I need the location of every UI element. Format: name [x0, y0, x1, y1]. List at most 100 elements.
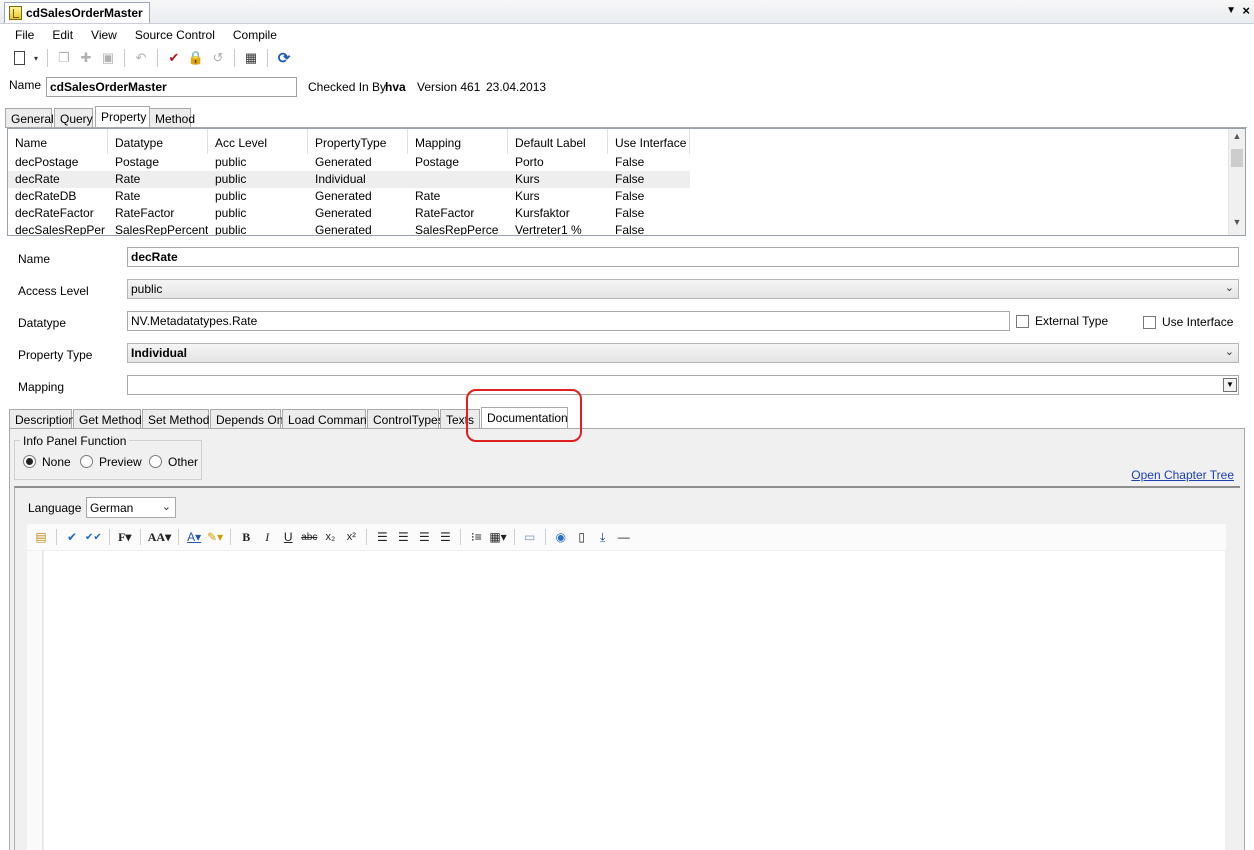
- documentation-editor[interactable]: [44, 551, 1225, 850]
- undo-icon[interactable]: ↶: [132, 49, 150, 67]
- tab-control-types[interactable]: ControlTypes: [367, 409, 444, 429]
- grid-header-datatype[interactable]: Datatype: [108, 129, 208, 154]
- checkin-icon[interactable]: ✔: [165, 49, 183, 67]
- tab-query[interactable]: Query: [54, 108, 93, 128]
- menu-source-control[interactable]: Source Control: [126, 28, 224, 42]
- new-document-icon[interactable]: [10, 49, 28, 67]
- tab-general[interactable]: General: [5, 108, 54, 128]
- superscript-icon[interactable]: x²: [343, 528, 359, 546]
- property-type-select[interactable]: Individual ⌄: [127, 343, 1239, 363]
- toolbar-separator: [124, 49, 125, 67]
- grid-cell: Generated: [315, 189, 372, 203]
- table-icon[interactable]: ▦▾: [489, 528, 506, 546]
- use-interface-checkbox[interactable]: [1143, 316, 1156, 329]
- datatype-field[interactable]: NV.Metadatatypes.Rate: [127, 311, 1010, 331]
- tab-property[interactable]: Property: [95, 106, 150, 128]
- table-row[interactable]: decRateFactor RateFactor public Generate…: [8, 205, 690, 222]
- external-type-checkbox[interactable]: [1016, 315, 1029, 328]
- radio-preview[interactable]: [80, 455, 93, 468]
- grid-cell: Generated: [315, 223, 372, 236]
- mapping-field[interactable]: ▼: [127, 375, 1239, 395]
- mapping-dropdown-icon[interactable]: ▼: [1223, 378, 1237, 392]
- subscript-icon[interactable]: x₂: [322, 528, 338, 546]
- toolbar-separator: [513, 529, 515, 545]
- refresh-icon[interactable]: ⟳: [275, 49, 293, 67]
- grid-header-name[interactable]: Name: [8, 129, 108, 154]
- italic-icon[interactable]: I: [259, 528, 275, 546]
- horizontal-rule-icon[interactable]: —: [616, 528, 632, 546]
- revert-icon[interactable]: ↺: [209, 49, 227, 67]
- document-tab[interactable]: cdSalesOrderMaster: [4, 2, 150, 23]
- table-row[interactable]: decSalesRepPer SalesRepPercent public Ge…: [8, 222, 690, 236]
- property-grid[interactable]: Name Datatype Acc Level PropertyType Map…: [7, 128, 1246, 236]
- strikethrough-icon[interactable]: abc: [301, 528, 317, 546]
- language-select[interactable]: German ⌄: [86, 497, 176, 518]
- tab-depends-on[interactable]: Depends On: [210, 409, 283, 429]
- menu-edit[interactable]: Edit: [43, 28, 82, 42]
- scroll-thumb[interactable]: [1231, 149, 1243, 167]
- external-type-label: External Type: [1035, 314, 1109, 328]
- table-row-selected[interactable]: decRate Rate public Individual Kurs Fals…: [8, 171, 690, 188]
- main-toolbar: ▾ ❐ ✚ ▣ ↶ ✔ 🔒 ↺ ▦ ⟳: [0, 46, 1254, 70]
- calendar-icon[interactable]: ▦: [242, 49, 260, 67]
- grid-cell: public: [215, 223, 247, 236]
- open-chapter-tree-link[interactable]: Open Chapter Tree: [1131, 468, 1234, 482]
- copy-icon[interactable]: ❐: [55, 49, 73, 67]
- table-row[interactable]: decRateDB Rate public Generated Rate Kur…: [8, 188, 690, 205]
- tab-method[interactable]: Method: [149, 108, 195, 128]
- close-icon[interactable]: ×: [1242, 3, 1250, 18]
- tab-description[interactable]: Description: [9, 409, 75, 429]
- object-name-field[interactable]: cdSalesOrderMaster: [46, 77, 297, 97]
- grid-header-use-interface[interactable]: Use Interface: [608, 129, 690, 154]
- tab-set-method[interactable]: Set Method: [142, 409, 209, 429]
- menu-compile[interactable]: Compile: [224, 28, 286, 42]
- info-panel-title: Info Panel Function: [20, 434, 130, 448]
- menu-file[interactable]: File: [6, 28, 43, 42]
- align-right-icon[interactable]: ☰: [416, 528, 432, 546]
- align-left-icon[interactable]: ☰: [374, 528, 390, 546]
- spellcheck-icon[interactable]: ✔: [64, 528, 80, 546]
- font-family-icon[interactable]: F▾: [117, 528, 133, 546]
- spellcheck-all-icon[interactable]: ✔✔: [85, 528, 102, 546]
- justify-icon[interactable]: ☰: [437, 528, 453, 546]
- grid-header-mapping[interactable]: Mapping: [408, 129, 508, 154]
- grid-header-acc-level[interactable]: Acc Level: [208, 129, 308, 154]
- font-size-icon[interactable]: AA▾: [148, 528, 171, 546]
- align-center-icon[interactable]: ☰: [395, 528, 411, 546]
- highlight-color-icon[interactable]: ✎▾: [207, 528, 223, 546]
- new-dropdown-icon[interactable]: ▾: [32, 49, 40, 67]
- document-properties-icon[interactable]: ▤: [33, 528, 49, 546]
- tab-load-command[interactable]: Load Command: [282, 409, 373, 429]
- date-text: 23.04.2013: [486, 80, 547, 94]
- window-list-dropdown-icon[interactable]: ▼: [1226, 5, 1236, 16]
- chevron-down-icon: ⌄: [161, 501, 171, 513]
- grid-cell: decRateFactor: [15, 206, 94, 220]
- insert-document-icon[interactable]: ▯: [574, 528, 590, 546]
- bullet-list-icon[interactable]: ⁝≡: [468, 528, 484, 546]
- grid-vertical-scrollbar[interactable]: ▲ ▼: [1228, 129, 1245, 235]
- scroll-down-icon[interactable]: ▼: [1229, 217, 1245, 233]
- radio-other[interactable]: [149, 455, 162, 468]
- access-level-select[interactable]: public ⌄: [127, 279, 1239, 299]
- grid-header-default-label[interactable]: Default Label: [508, 129, 608, 154]
- checkout-icon[interactable]: 🔒: [187, 49, 205, 67]
- property-name-label: Name: [18, 252, 51, 266]
- property-name-field[interactable]: decRate: [127, 247, 1239, 267]
- underline-icon[interactable]: U: [280, 528, 296, 546]
- insert-image-icon[interactable]: ▭: [522, 528, 538, 546]
- tab-get-method[interactable]: Get Method: [73, 409, 142, 429]
- save-icon[interactable]: ▣: [99, 49, 117, 67]
- radio-none[interactable]: [23, 455, 36, 468]
- radio-preview-label: Preview: [99, 455, 142, 469]
- table-row[interactable]: decPostage Postage public Generated Post…: [8, 154, 690, 171]
- grid-header-property-type[interactable]: PropertyType: [308, 129, 408, 154]
- scroll-up-icon[interactable]: ▲: [1229, 131, 1245, 147]
- plugin-icon[interactable]: ✚: [77, 49, 95, 67]
- grid-cell: Generated: [315, 206, 372, 220]
- grid-cell: Rate: [108, 171, 208, 188]
- menu-view[interactable]: View: [82, 28, 126, 42]
- insert-anchor-icon[interactable]: ⤓: [595, 528, 611, 546]
- bold-icon[interactable]: B: [238, 528, 254, 546]
- font-color-icon[interactable]: A▾: [186, 528, 202, 546]
- hyperlink-icon[interactable]: ◉: [553, 528, 569, 546]
